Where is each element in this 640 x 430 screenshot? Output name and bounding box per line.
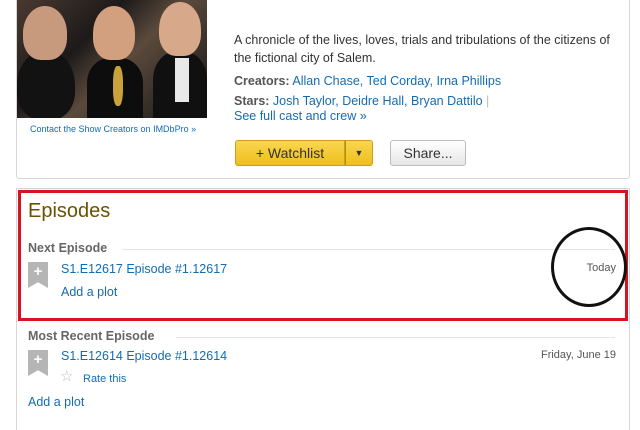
next-episode-heading: Next Episode (28, 241, 108, 255)
watchlist-label: + Watchlist (255, 145, 325, 161)
creators-label: Creators: (234, 74, 290, 88)
next-episode-link[interactable]: S1.E12617 Episode #1.12617 (61, 262, 227, 276)
episodes-title: Episodes (28, 200, 111, 222)
divider (122, 249, 615, 250)
caret-down-icon: ▼ (354, 148, 364, 158)
creator-link-allan-chase[interactable]: Allan Chase, (292, 74, 363, 88)
stars-separator: | (486, 94, 490, 108)
stars-label: Stars: (234, 94, 270, 108)
recent-episode-heading: Most Recent Episode (28, 329, 155, 343)
plot-summary: A chronicle of the lives, loves, trials … (234, 33, 610, 65)
star-link-deidre-hall[interactable]: Deidre Hall, (342, 94, 407, 108)
creator-link-ted-corday[interactable]: Ted Corday, (367, 74, 433, 88)
annotation-circle (551, 227, 627, 307)
recent-episode-date: Friday, June 19 (540, 349, 616, 361)
share-label: Share... (403, 145, 453, 161)
imdbpro-contact-link[interactable]: Contact the Show Creators on IMDbPro » (30, 124, 196, 134)
star-icon[interactable]: ☆ (60, 369, 73, 385)
next-add-plot-link[interactable]: Add a plot (61, 285, 117, 299)
full-cast-link[interactable]: See full cast and crew » (234, 108, 367, 125)
divider (176, 337, 615, 338)
share-button[interactable]: Share... (390, 140, 466, 166)
creators-photo[interactable] (17, 0, 207, 118)
star-link-bryan-dattilo[interactable]: Bryan Dattilo (411, 94, 483, 108)
rate-this-link[interactable]: Rate this (83, 373, 126, 385)
creators-line: Creators: Allan Chase, Ted Corday, Irna … (234, 73, 501, 90)
star-link-josh-taylor[interactable]: Josh Taylor, (273, 94, 339, 108)
recent-add-plot-link[interactable]: Add a plot (28, 395, 84, 409)
watchlist-button[interactable]: + Watchlist (235, 140, 345, 166)
recent-episode-link[interactable]: S1.E12614 Episode #1.12614 (61, 349, 227, 363)
watchlist-dropdown-button[interactable]: ▼ (345, 140, 373, 166)
creator-link-irna-phillips[interactable]: Irna Phillips (436, 74, 501, 88)
